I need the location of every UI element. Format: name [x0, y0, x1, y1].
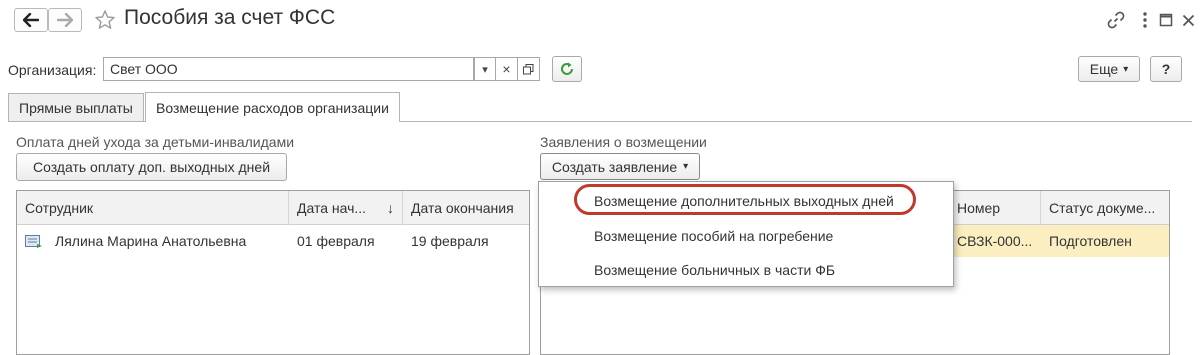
- highlight-annotation: [574, 184, 916, 215]
- arrow-right-icon: [57, 13, 73, 27]
- menu-item-funeral[interactable]: Возмещение пособий на погребение: [594, 228, 833, 244]
- end-date-cell: 19 февраля: [411, 233, 489, 249]
- create-application-button[interactable]: Создать заявление ▾: [540, 153, 700, 180]
- page-title: Пособия за счет ФСС: [124, 6, 336, 29]
- column-header-status[interactable]: Статус докуме...: [1041, 191, 1169, 225]
- organization-label: Организация:: [8, 62, 97, 78]
- organization-value: Свет ООО: [110, 61, 178, 77]
- tab-direct-payments[interactable]: Прямые выплаты: [8, 93, 144, 121]
- document-icon: [25, 235, 42, 248]
- organization-dropdown-button[interactable]: ▾: [474, 57, 496, 81]
- column-header-number-label: Номер: [957, 199, 1001, 216]
- table-row[interactable]: Лялина Марина Анатольевна 01 февраля 19 …: [17, 225, 529, 257]
- refresh-button[interactable]: [552, 56, 582, 82]
- organization-field[interactable]: Свет ООО: [103, 57, 474, 81]
- organization-open-button[interactable]: [518, 57, 540, 81]
- start-date-cell: 01 февраля: [297, 233, 375, 249]
- status-cell: Подготовлен: [1049, 233, 1132, 249]
- right-group-title: Заявления о возмещении: [540, 134, 707, 150]
- sort-down-icon: ↓: [387, 199, 394, 216]
- back-button[interactable]: [14, 8, 48, 32]
- column-header-start-label: Дата нач...: [297, 199, 367, 216]
- column-header-employee[interactable]: Сотрудник: [17, 191, 289, 225]
- more-button-label: Еще: [1089, 61, 1119, 77]
- create-application-label: Создать заявление: [551, 158, 678, 175]
- close-icon[interactable]: [1176, 9, 1200, 31]
- number-cell: СВЗК-000...: [957, 233, 1033, 249]
- tab-reimbursement[interactable]: Возмещение расходов организации: [145, 92, 400, 122]
- more-button[interactable]: Еще ▾: [1078, 56, 1140, 82]
- link-icon[interactable]: [1104, 9, 1128, 31]
- chevron-down-icon: ▾: [1123, 63, 1129, 75]
- maximize-icon[interactable]: [1154, 9, 1178, 31]
- star-icon[interactable]: [94, 9, 116, 31]
- organization-clear-button[interactable]: ×: [496, 57, 518, 81]
- refresh-icon: [561, 62, 573, 75]
- help-button[interactable]: ?: [1150, 56, 1182, 82]
- create-payment-button[interactable]: Создать оплату доп. выходных дней: [16, 153, 287, 181]
- chevron-down-icon: ▾: [482, 63, 488, 76]
- column-header-end-date[interactable]: Дата окончания: [403, 191, 529, 225]
- menu-item-sick-leave[interactable]: Возмещение больничных в части ФБ: [594, 262, 835, 278]
- open-window-icon: [523, 63, 534, 74]
- left-group-title: Оплата дней ухода за детьми-инвалидами: [16, 134, 295, 150]
- left-table: Сотрудник Дата нач... ↓ Дата окончания Л…: [16, 190, 530, 355]
- clear-icon: ×: [502, 61, 511, 77]
- chevron-down-icon: ▾: [683, 161, 689, 172]
- column-header-start-date[interactable]: Дата нач... ↓: [289, 191, 403, 225]
- employee-cell: Лялина Марина Анатольевна: [55, 233, 247, 249]
- forward-button[interactable]: [48, 8, 82, 32]
- arrow-left-icon: [23, 13, 39, 27]
